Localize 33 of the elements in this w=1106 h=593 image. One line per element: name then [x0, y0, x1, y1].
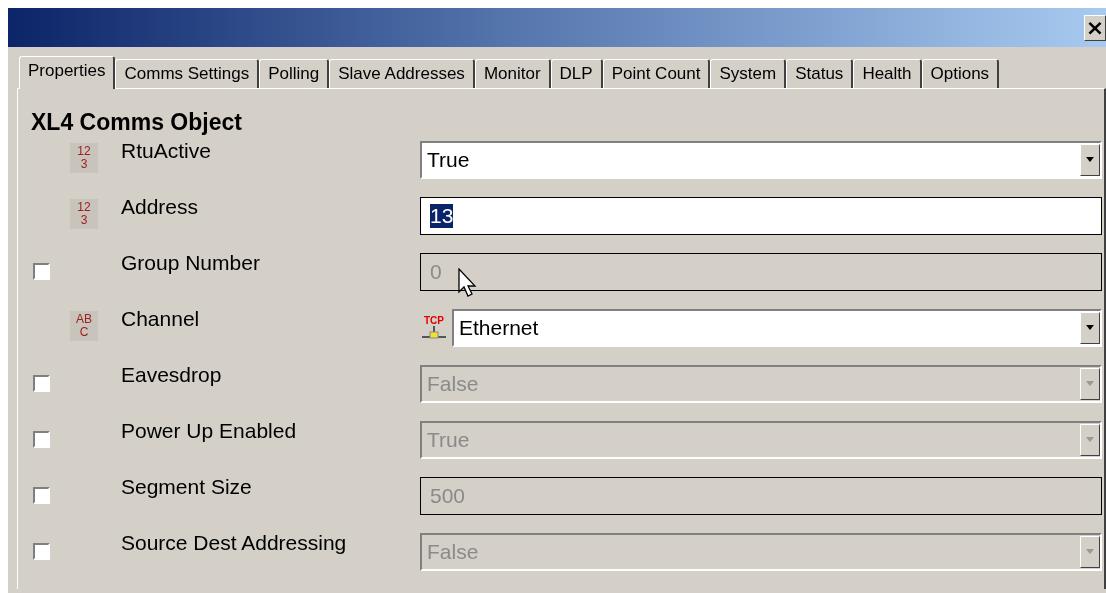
checkbox[interactable]	[33, 431, 50, 448]
tab[interactable]: System	[710, 59, 787, 88]
input-field[interactable]: 13	[420, 197, 1102, 235]
property-label: Eavesdrop	[121, 363, 222, 386]
tab[interactable]: Comms Settings	[115, 59, 260, 88]
tab[interactable]: DLP	[550, 59, 603, 88]
property-label: Segment Size	[121, 475, 252, 498]
type-icon: 12 3	[70, 199, 98, 229]
dropdown[interactable]: Ethernet	[452, 309, 1102, 347]
checkbox[interactable]	[33, 487, 50, 504]
property-label: Source Dest Addressing	[121, 531, 347, 554]
tab[interactable]: Point Count	[602, 59, 711, 88]
close-button[interactable]: ×	[1084, 14, 1106, 41]
object-heading: XL4 Comms Object	[30, 108, 243, 137]
cursor-icon	[458, 268, 478, 298]
tab[interactable]: Polling	[259, 59, 330, 88]
checkbox[interactable]	[33, 263, 50, 280]
checkbox[interactable]	[33, 543, 50, 560]
tab[interactable]: Status	[786, 59, 854, 88]
property-label: Power Up Enabled	[121, 419, 297, 442]
tab[interactable]: Slave Addresses	[329, 59, 475, 88]
checkbox[interactable]	[33, 375, 50, 392]
tab[interactable]: Monitor	[474, 59, 551, 88]
property-label: Group Number	[121, 251, 260, 274]
type-icon: 12 3	[70, 143, 98, 173]
property-label: Channel	[121, 307, 200, 330]
tab[interactable]: Health	[853, 59, 922, 88]
tab[interactable]: Properties	[19, 56, 116, 89]
dropdown[interactable]: True	[420, 141, 1102, 179]
type-icon: AB C	[70, 311, 98, 341]
property-label: RtuActive	[121, 139, 211, 162]
property-label: Address	[121, 195, 199, 218]
tab[interactable]: Options	[921, 59, 1000, 88]
